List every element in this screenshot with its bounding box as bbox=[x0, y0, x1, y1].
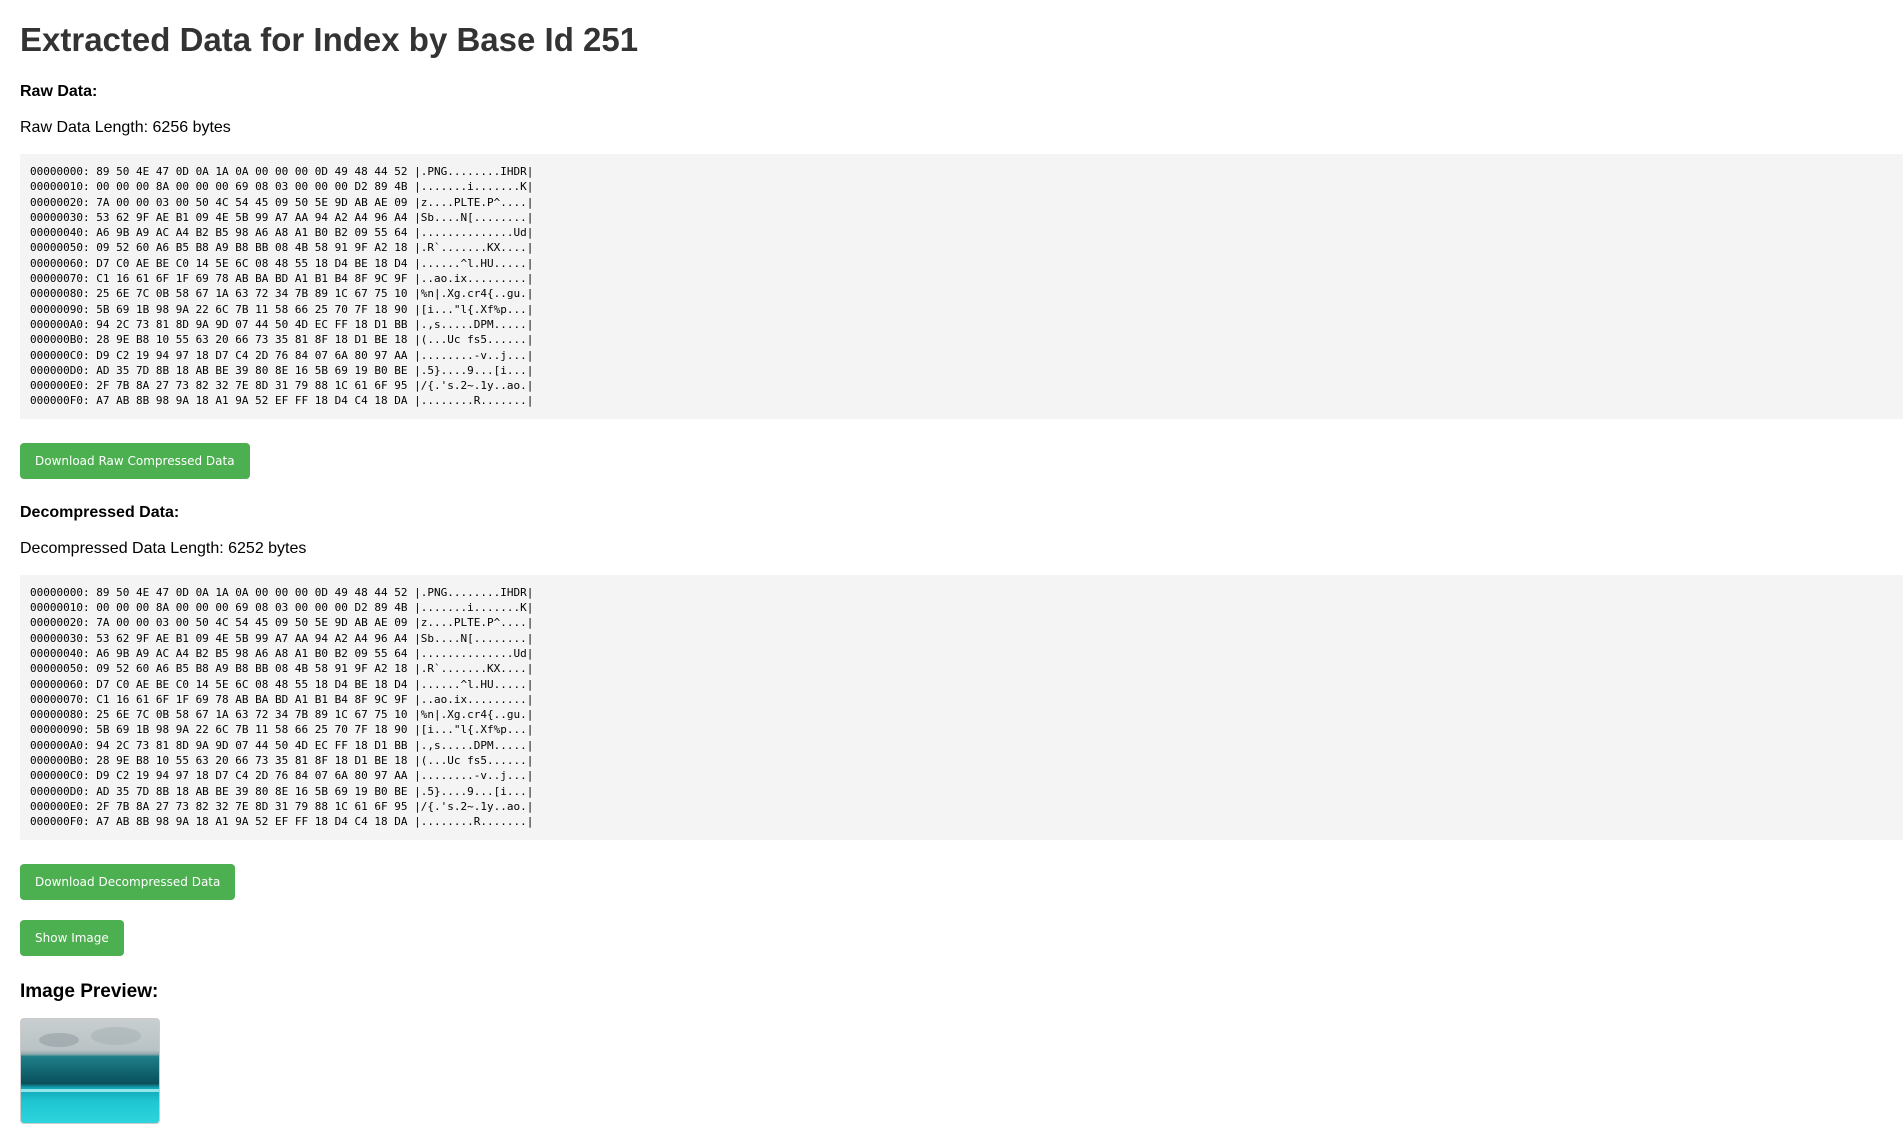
page-title: Extracted Data for Index by Base Id 251 bbox=[20, 21, 639, 58]
thumbnail-detail bbox=[91, 1026, 141, 1045]
page-container: Extracted Data for Index by Base Id 251 … bbox=[0, 0, 1903, 1124]
download-decompressed-button[interactable]: Download Decompressed Data bbox=[20, 863, 236, 900]
raw-download-wrap: Download Raw Compressed Data bbox=[20, 442, 1883, 479]
thumbnail-detail bbox=[39, 1032, 79, 1047]
show-image-wrap: Show Image bbox=[20, 919, 1883, 956]
image-preview-thumbnail bbox=[20, 1017, 160, 1124]
decompressed-data-heading: Decompressed Data: bbox=[20, 503, 180, 521]
raw-data-length: Raw Data Length: 6256 bytes bbox=[20, 119, 231, 136]
raw-data-heading: Raw Data: bbox=[20, 83, 98, 100]
raw-hex-dump: 00000000: 89 50 4E 47 0D 0A 1A 0A 00 00 … bbox=[20, 154, 1903, 419]
decompressed-download-wrap: Download Decompressed Data bbox=[20, 863, 1883, 900]
decompressed-hex-dump: 00000000: 89 50 4E 47 0D 0A 1A 0A 00 00 … bbox=[20, 574, 1903, 840]
image-preview-heading: Image Preview: bbox=[20, 980, 159, 1002]
show-image-button[interactable]: Show Image bbox=[20, 919, 124, 956]
download-raw-button[interactable]: Download Raw Compressed Data bbox=[20, 442, 250, 479]
thumbnail-waterline bbox=[21, 1088, 159, 1092]
decompressed-data-length: Decompressed Data Length: 6252 bytes bbox=[20, 539, 307, 557]
